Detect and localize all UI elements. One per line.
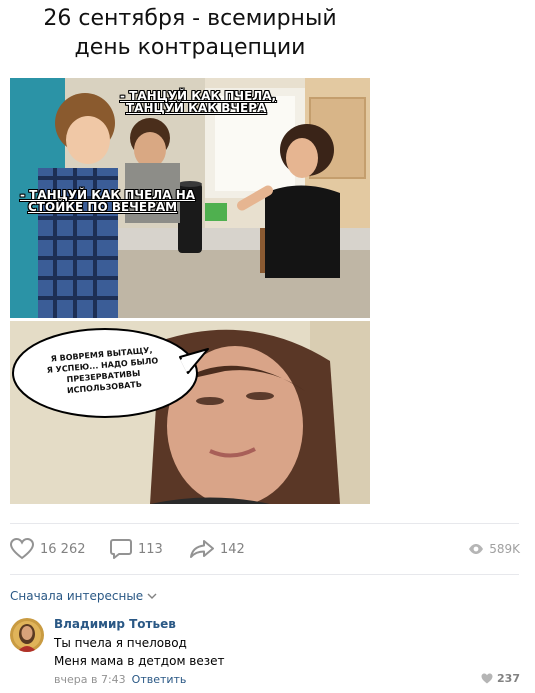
avatar-image <box>10 618 44 652</box>
comments-sort-dropdown[interactable]: Сначала интересные <box>10 589 157 603</box>
comments-count: 113 <box>138 541 163 557</box>
comment-like-button[interactable]: 237 <box>481 672 520 685</box>
meme-panel-top: - ТАНЦУЙ КАК ПЧЕЛА, ТАНЦУЙ КАК ВЧЕРА - Т… <box>10 78 370 318</box>
post-actions-bar: 16 262 113 142 589K <box>10 535 520 565</box>
comment-icon <box>110 539 132 559</box>
comment-timestamp[interactable]: вчера в 7:43 <box>54 673 126 686</box>
comment-button[interactable]: 113 <box>110 535 163 563</box>
post-text: 26 сентября - всемирный день контрацепци… <box>0 4 380 62</box>
share-button[interactable]: 142 <box>190 535 245 563</box>
comments-sort-label: Сначала интересные <box>10 589 144 603</box>
meme-caption-left: - ТАНЦУЙ КАК ПЧЕЛА НА СТОЙКЕ ПО ВЕЧЕРАМ <box>20 188 196 214</box>
views-count: 589K <box>489 542 520 556</box>
heart-icon <box>10 538 34 560</box>
meme-panel-bottom: Я ВОВРЕМЯ ВЫТАЩУ, Я УСПЕЮ... НАДО БЫЛО П… <box>10 321 370 504</box>
comment-likes-count: 237 <box>497 672 520 685</box>
post-image[interactable]: - ТАНЦУЙ КАК ПЧЕЛА, ТАНЦУЙ КАК ВЧЕРА - Т… <box>10 78 370 504</box>
comment-author[interactable]: Владимир Тотьев <box>54 617 176 631</box>
reply-button[interactable]: Ответить <box>132 673 187 686</box>
comment-avatar[interactable] <box>10 618 44 652</box>
share-icon <box>190 540 214 558</box>
comment-text-line-2: Меня мама в детдом везет <box>54 654 225 668</box>
views-indicator: 589K <box>468 535 520 563</box>
post-text-line-1: 26 сентября - всемирный <box>43 6 337 31</box>
like-button[interactable]: 16 262 <box>10 535 86 563</box>
comment-text-line-1: Ты пчела я пчеловод <box>54 636 187 650</box>
chevron-down-icon <box>147 593 157 599</box>
post-text-line-2: день контрацепции <box>74 35 306 60</box>
meme-caption-top: - ТАНЦУЙ КАК ПЧЕЛА, ТАНЦУЙ КАК ВЧЕРА <box>120 89 277 115</box>
divider <box>10 523 519 524</box>
heart-small-icon <box>481 673 493 684</box>
comment-meta: вчера в 7:43 Ответить <box>54 673 186 686</box>
eye-icon <box>469 544 484 554</box>
shares-count: 142 <box>220 541 245 557</box>
likes-count: 16 262 <box>40 541 86 557</box>
divider <box>10 574 519 575</box>
